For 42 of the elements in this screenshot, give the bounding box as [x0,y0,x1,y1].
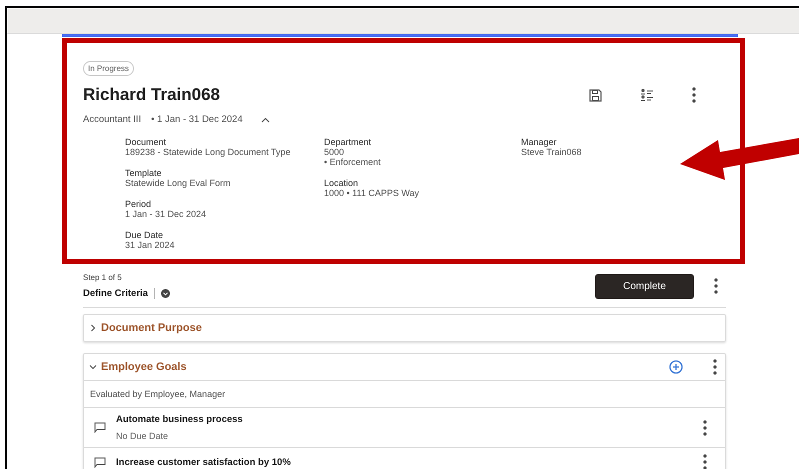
step-counter: Step 1 of 5 [83,273,123,282]
goal-title[interactable]: Automate business process [116,414,703,425]
chevron-icon[interactable] [260,116,270,122]
field-value: 1 Jan - 31 Dec 2024 [125,209,208,219]
field-label: Manager [521,137,558,147]
field-value: • Enforcement [324,157,382,167]
complete-button[interactable]: Complete [595,274,694,298]
field-value: 31 Jan 2024 [125,240,176,250]
field-label: Department [324,137,372,147]
save-icon[interactable] [589,88,602,102]
status-badge: In Progress [83,61,134,76]
person-list-icon[interactable] [640,88,654,102]
more-icon[interactable] [713,359,717,375]
step-name: Define Criteria [83,288,148,299]
more-icon[interactable] [703,454,707,469]
chevron-icon[interactable] [89,324,97,332]
field-label: Period [125,199,152,209]
field-value: 189238 - Statewide Long Document Type [125,147,292,157]
field-label: Document [125,137,168,147]
section-title[interactable]: Document Purpose [101,322,717,334]
employee-name: Richard Train068 [83,85,222,105]
field-value: 5000 [324,147,346,157]
field-value: Steve Train068 [521,147,583,157]
field-label: Template [125,168,163,178]
goal-due-date: No Due Date [116,431,170,441]
goal-title[interactable]: Increase customer satisfaction by 10% [116,456,703,468]
add-icon[interactable] [669,360,683,374]
field-value: 1000 • 111 CAPPS Way [324,188,420,198]
chevron-icon[interactable] [89,363,97,371]
more-icon[interactable] [703,420,707,436]
section-title[interactable]: Employee Goals [101,361,665,373]
more-icon[interactable] [714,278,718,294]
field-label: Due Date [125,230,164,240]
field-label: Location [324,178,360,188]
evaluated-by-text: Evaluated by Employee, Manager [90,389,226,399]
field-value: Statewide Long Eval Form [125,178,232,188]
job-title: Accountant III [83,114,142,125]
period-text: • 1 Jan - 31 Dec 2024 [151,114,243,125]
comment-icon[interactable] [94,422,106,433]
step-menu-icon[interactable] [160,289,170,298]
comment-icon[interactable] [94,456,106,468]
more-icon[interactable] [692,87,696,103]
